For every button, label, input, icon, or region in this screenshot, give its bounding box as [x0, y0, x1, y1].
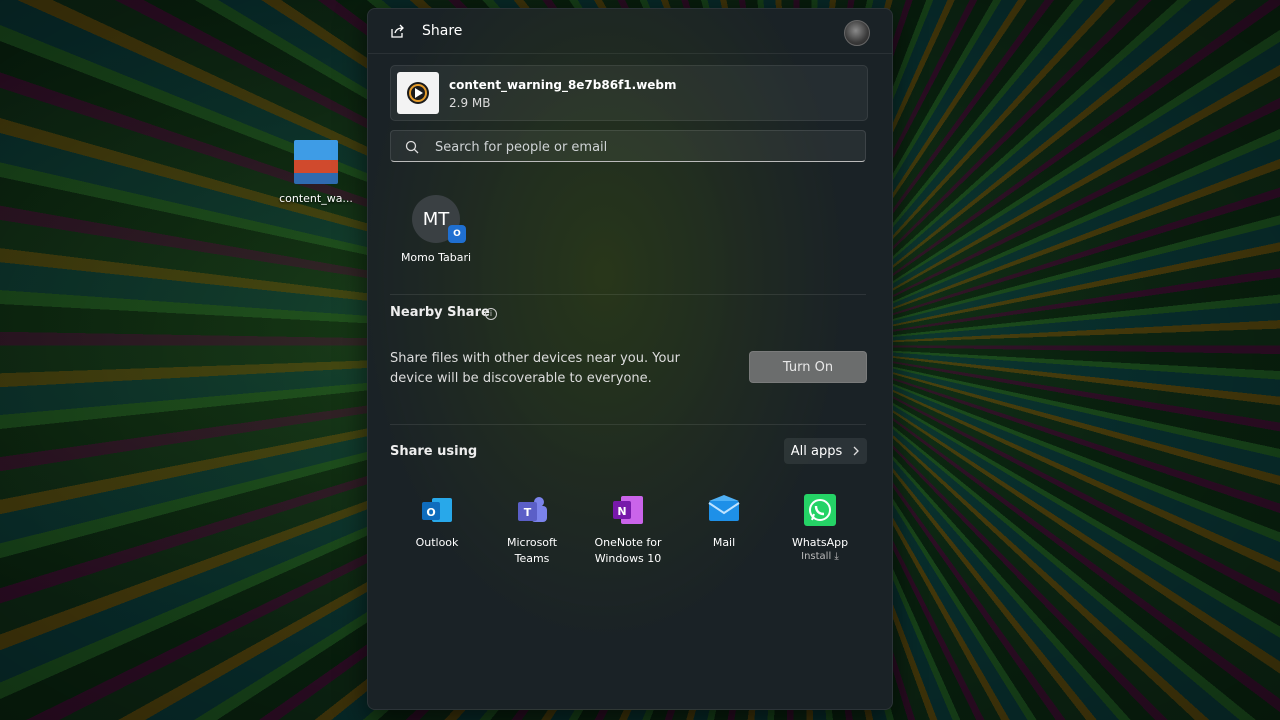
- app-whatsapp[interactable]: WhatsApp Install ⤓: [775, 493, 865, 562]
- file-name: content_warning_8e7b86f1.webm: [449, 78, 677, 92]
- divider: [390, 294, 866, 295]
- turn-on-button[interactable]: Turn On: [749, 351, 867, 383]
- search-box[interactable]: [390, 130, 866, 163]
- app-label: Microsoft Teams: [506, 536, 558, 565]
- share-title: Share: [422, 23, 463, 39]
- outlook-badge-icon: O: [448, 225, 466, 243]
- share-using-title: Share using: [390, 444, 478, 459]
- account-avatar[interactable]: [844, 20, 870, 46]
- app-outlook[interactable]: O Outlook: [392, 493, 482, 551]
- all-apps-label: All apps: [790, 443, 843, 459]
- contact-item[interactable]: MT O Momo Tabari: [394, 195, 478, 264]
- file-card: content_warning_8e7b86f1.webm 2.9 MB: [390, 65, 868, 121]
- svg-text:N: N: [617, 505, 626, 518]
- app-mail[interactable]: Mail: [679, 493, 769, 551]
- whatsapp-icon: [803, 493, 837, 527]
- svg-text:T: T: [524, 506, 532, 519]
- nearby-share-description: Share files with other devices near you.…: [390, 351, 681, 386]
- video-file-icon: [397, 72, 439, 114]
- outlook-icon: O: [420, 493, 454, 527]
- desktop-file-icon[interactable]: content_wa...: [278, 140, 354, 205]
- search-icon: [405, 140, 419, 154]
- contact-avatar: MT O: [412, 195, 466, 243]
- svg-text:O: O: [426, 506, 435, 519]
- app-teams[interactable]: T Microsoft Teams: [487, 493, 577, 567]
- search-input[interactable]: [433, 131, 857, 163]
- app-label: OneNote for Windows 10: [594, 536, 662, 565]
- video-thumbnail: [294, 140, 338, 184]
- nearby-share-title: Nearby Share: [390, 305, 490, 320]
- app-label: Mail: [712, 536, 736, 549]
- divider: [390, 424, 866, 425]
- mail-icon: [707, 493, 741, 527]
- app-label: Outlook: [415, 536, 459, 549]
- all-apps-button[interactable]: All apps: [784, 438, 867, 464]
- share-dialog: Share content_warning_8e7b86f1.webm 2.9 …: [367, 8, 893, 710]
- app-onenote[interactable]: N OneNote for Windows 10: [583, 493, 673, 567]
- share-header: Share: [368, 9, 892, 54]
- contact-name: Momo Tabari: [400, 251, 472, 264]
- contact-initials: MT: [422, 208, 450, 230]
- app-label: WhatsApp: [791, 536, 849, 549]
- info-icon[interactable]: i: [485, 308, 497, 320]
- desktop-file-label: content_wa...: [279, 192, 353, 205]
- install-label: Install ⤓: [801, 551, 839, 562]
- share-icon: [391, 24, 404, 38]
- teams-icon: T: [515, 493, 549, 527]
- file-size: 2.9 MB: [449, 96, 491, 110]
- onenote-icon: N: [611, 493, 645, 527]
- chevron-right-icon: [853, 446, 860, 456]
